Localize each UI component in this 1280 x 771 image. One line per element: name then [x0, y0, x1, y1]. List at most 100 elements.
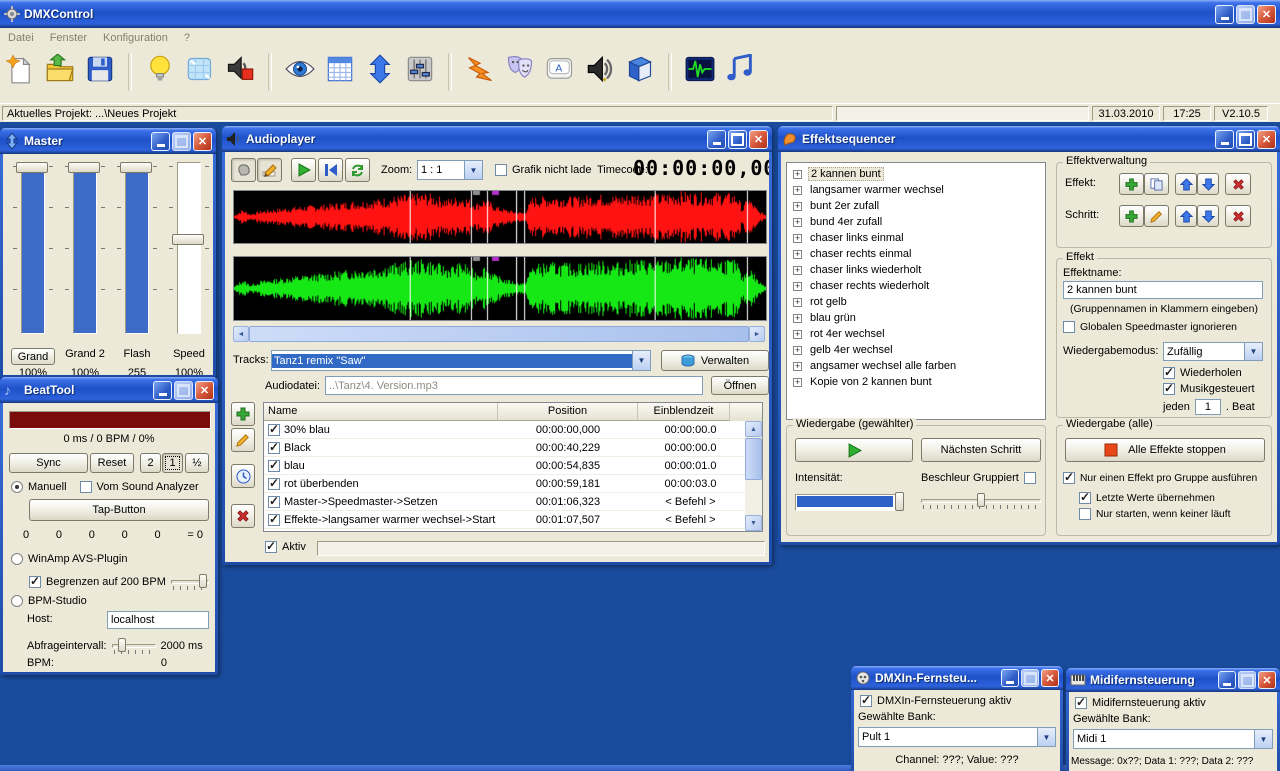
close-button[interactable]: ✕: [195, 381, 214, 400]
beschleur-checkbox[interactable]: [1024, 472, 1036, 484]
slider-channel[interactable]: [125, 162, 149, 334]
table-row[interactable]: blau 00:00:54,835 00:00:01.0: [264, 457, 762, 475]
effect-down-button[interactable]: [1197, 173, 1219, 195]
intensitaet-slider[interactable]: [795, 492, 909, 512]
scroll-up-icon[interactable]: ▲: [745, 421, 762, 437]
musikgesteuert-checkbox[interactable]: [1163, 383, 1175, 395]
beat-count-input[interactable]: 1: [1195, 399, 1221, 415]
scroll-left-icon[interactable]: ◄: [233, 326, 249, 342]
tree-expand-icon[interactable]: +: [793, 314, 802, 323]
tree-expand-icon[interactable]: +: [793, 362, 802, 371]
effect-delete-button[interactable]: [1225, 173, 1251, 195]
close-button[interactable]: ✕: [1041, 669, 1059, 687]
light-scene-button[interactable]: [144, 53, 176, 85]
maximize-button[interactable]: [174, 381, 193, 400]
effect-tree-item[interactable]: + bund 4er zufall: [787, 214, 1045, 230]
skip-start-button[interactable]: [318, 158, 343, 182]
effect-tree-item[interactable]: + rot 4er wechsel: [787, 326, 1045, 342]
verwalten-button[interactable]: Verwalten: [661, 350, 769, 371]
visualization-button[interactable]: [284, 53, 316, 85]
delete-entry-button[interactable]: [231, 504, 255, 528]
beat-x1-button[interactable]: 1: [162, 453, 183, 473]
slider-thumb[interactable]: [120, 162, 152, 173]
winamp-radio[interactable]: [11, 553, 23, 565]
effect-up-button[interactable]: [1175, 173, 1197, 195]
edit-entry-button[interactable]: [231, 428, 255, 452]
minimize-button[interactable]: [1215, 130, 1234, 149]
minimize-button[interactable]: [153, 381, 172, 400]
slider-thumb[interactable]: [895, 492, 904, 511]
loop-button[interactable]: [345, 158, 370, 182]
open-project-button[interactable]: [44, 53, 76, 85]
play-button[interactable]: [291, 158, 316, 182]
audio-scene-button[interactable]: [224, 53, 256, 85]
tree-expand-icon[interactable]: +: [793, 250, 802, 259]
table-row[interactable]: Effekte->langsamer warmer wechsel->Start…: [264, 511, 762, 529]
table-row[interactable]: black 00:01:27,997 00:00:00.0: [264, 529, 762, 532]
effect-tree-item[interactable]: + angsamer wechsel alle farben: [787, 358, 1045, 374]
sound-analyzer-checkbox[interactable]: [80, 481, 92, 493]
row-checkbox[interactable]: [268, 478, 280, 490]
effect-tree-item[interactable]: + Kopie von 2 kannen bunt: [787, 374, 1045, 390]
bank-select[interactable]: Midi 1▼: [1073, 729, 1273, 749]
effect-add-button[interactable]: [1119, 173, 1144, 195]
waveform-scrollbar[interactable]: ◄ ►: [233, 326, 765, 342]
master-slider[interactable]: Speed 100%: [165, 162, 213, 334]
channel-overview-button[interactable]: [324, 53, 356, 85]
fader-updown-button[interactable]: [364, 53, 396, 85]
stop-all-effects-button[interactable]: Alle Effekte stoppen: [1065, 438, 1265, 462]
speedmaster-checkbox[interactable]: [1063, 321, 1075, 333]
minimize-button[interactable]: [707, 130, 726, 149]
play-effect-button[interactable]: [795, 438, 913, 462]
minimize-button[interactable]: [1001, 669, 1019, 687]
waveform-green[interactable]: [233, 256, 767, 321]
slider-thumb[interactable]: [977, 493, 985, 507]
step-up-button[interactable]: [1175, 205, 1197, 227]
scrollbar-thumb[interactable]: [745, 438, 762, 480]
aktiv-checkbox[interactable]: [265, 541, 277, 553]
slider-thumb[interactable]: [68, 162, 100, 173]
master-slider[interactable]: Grand 100%: [9, 162, 57, 334]
effect-tree-item[interactable]: + chaser rechts wiederholt: [787, 278, 1045, 294]
manuell-radio[interactable]: [11, 481, 23, 493]
effect-copy-button[interactable]: [1144, 173, 1169, 195]
menu-item[interactable]: ?: [176, 30, 198, 46]
menu-item[interactable]: Konfiguration: [95, 30, 176, 46]
scenes-button[interactable]: [504, 53, 536, 85]
master-slider[interactable]: Grand 2 100%: [61, 162, 109, 334]
reset-button[interactable]: Reset: [90, 453, 134, 473]
close-button[interactable]: ✕: [749, 130, 768, 149]
tree-expand-icon[interactable]: +: [793, 378, 802, 387]
maximize-button[interactable]: [1236, 5, 1255, 24]
effects-button[interactable]: [464, 53, 496, 85]
tree-expand-icon[interactable]: +: [793, 298, 802, 307]
keep-last-values-checkbox[interactable]: [1079, 492, 1091, 504]
tree-expand-icon[interactable]: +: [793, 266, 802, 275]
step-delete-button[interactable]: [1225, 205, 1251, 227]
scroll-right-icon[interactable]: ►: [749, 326, 765, 342]
table-row[interactable]: rot überbenden 00:00:59,181 00:00:03.0: [264, 475, 762, 493]
table-header[interactable]: Name Position Einblendzeit: [264, 403, 762, 421]
master-slider[interactable]: Flash 255: [113, 162, 161, 334]
row-checkbox[interactable]: [268, 424, 280, 436]
interval-slider[interactable]: [112, 637, 156, 655]
effect-tree-item[interactable]: + 2 kannen bunt: [787, 166, 1045, 182]
tree-expand-icon[interactable]: +: [793, 186, 802, 195]
step-down-button[interactable]: [1197, 205, 1219, 227]
step-add-button[interactable]: [1119, 205, 1144, 227]
add-entry-button[interactable]: [231, 402, 255, 426]
new-project-button[interactable]: [4, 53, 36, 85]
handbook-button[interactable]: [624, 53, 656, 85]
wiederholen-checkbox[interactable]: [1163, 367, 1175, 379]
effect-tree-item[interactable]: + rot gelb: [787, 294, 1045, 310]
dmxin-aktiv-checkbox[interactable]: [860, 695, 872, 707]
close-button[interactable]: ✕: [193, 132, 212, 151]
next-step-button[interactable]: Nächsten Schritt: [921, 438, 1041, 462]
row-checkbox[interactable]: [268, 532, 280, 533]
maximize-button[interactable]: [1021, 669, 1039, 687]
slider-channel[interactable]: [177, 162, 201, 334]
slider-channel[interactable]: [21, 162, 45, 334]
sync-button[interactable]: Sync: [9, 453, 88, 473]
save-project-button[interactable]: [84, 53, 116, 85]
one-effect-per-group-checkbox[interactable]: [1063, 472, 1075, 484]
